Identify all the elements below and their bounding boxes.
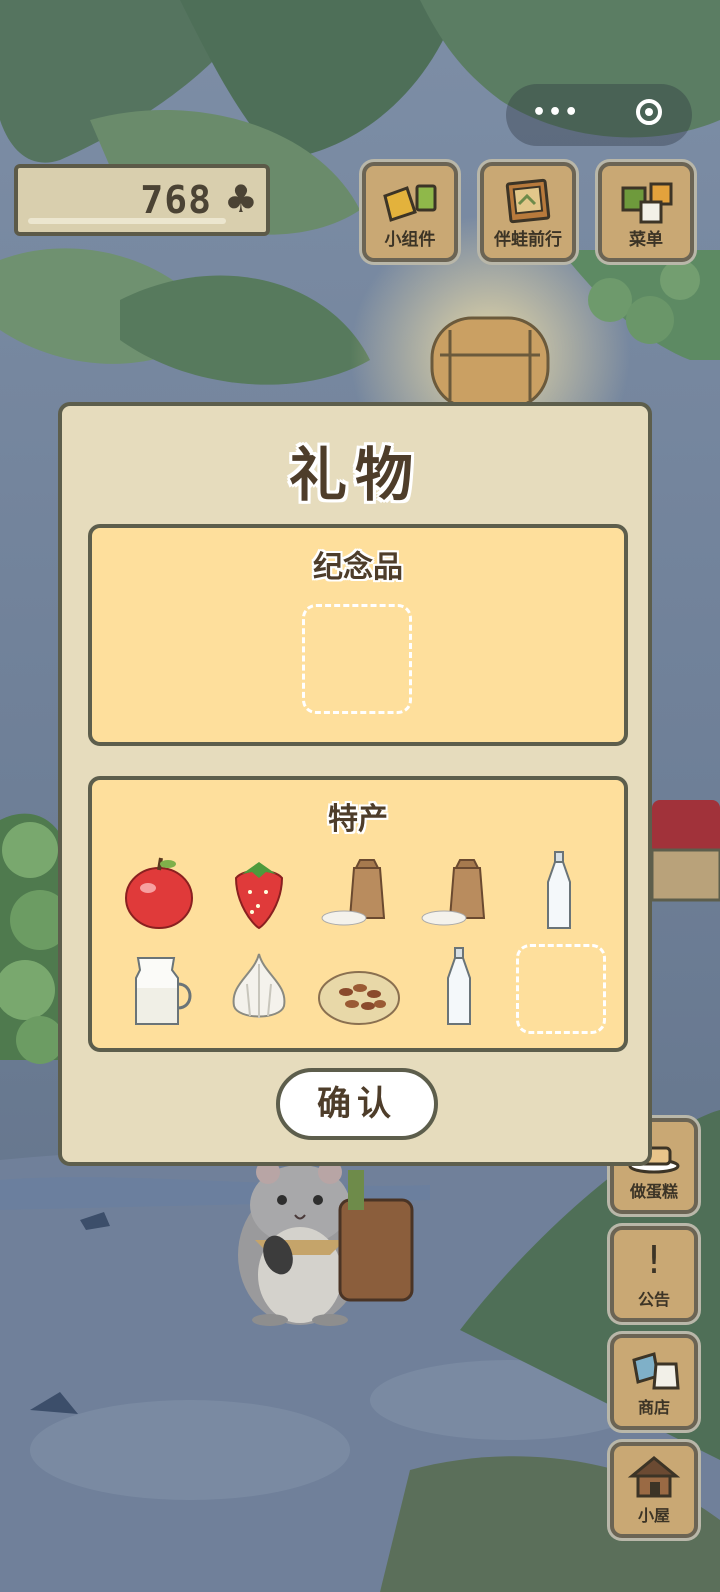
clover-counter: 768 ♣ <box>14 164 270 236</box>
make-cake-label: 做蛋糕 <box>629 1182 678 1201</box>
gift-dialog: 礼物 纪念品 特产 确认 <box>58 402 652 1166</box>
target-close-icon[interactable] <box>636 99 662 125</box>
souvenir-panel: 纪念品 <box>88 524 628 746</box>
album-label: 伴蛙前行 <box>494 230 562 250</box>
exclamation-icon: ! <box>646 1238 662 1282</box>
rice-sack-icon[interactable] <box>414 848 504 938</box>
shop-label: 商店 <box>637 1398 670 1417</box>
specialty-empty-slot[interactable] <box>516 944 606 1034</box>
widget-icon <box>366 176 454 228</box>
dialog-title: 礼物 <box>288 441 421 509</box>
shop-bags-icon <box>614 1346 694 1396</box>
notice-label: 公告 <box>637 1290 670 1309</box>
souvenir-title: 纪念品 <box>313 550 403 585</box>
souvenir-empty-slot[interactable] <box>302 604 412 714</box>
notice-button[interactable]: ! 公告 <box>610 1226 698 1322</box>
clover-bar <box>28 218 226 224</box>
rice-sack-icon[interactable] <box>314 848 404 938</box>
specialty-title: 特产 <box>328 802 388 837</box>
menu-button[interactable]: 菜单 <box>598 162 694 262</box>
glass-bottle-icon[interactable] <box>514 848 604 938</box>
confirm-button[interactable]: 确认 <box>276 1068 438 1140</box>
mini-program-capsule: ••• <box>506 84 692 146</box>
menu-icon <box>602 176 690 228</box>
apple-icon[interactable] <box>114 848 204 938</box>
nuts-plate-icon[interactable] <box>314 944 404 1034</box>
clover-count: 768 <box>140 178 212 222</box>
shop-button[interactable]: 商店 <box>610 1334 698 1430</box>
more-dots-icon[interactable]: ••• <box>532 100 580 125</box>
specialty-panel: 特产 <box>88 776 628 1052</box>
house-icon <box>614 1454 694 1504</box>
album-icon <box>484 176 572 228</box>
house-label: 小屋 <box>637 1506 670 1525</box>
strawberry-icon[interactable] <box>214 848 304 938</box>
garlic-icon[interactable] <box>214 944 304 1034</box>
widget-label: 小组件 <box>384 230 436 250</box>
milk-jug-icon[interactable] <box>114 944 204 1034</box>
album-button[interactable]: 伴蛙前行 <box>480 162 576 262</box>
glass-bottle-icon[interactable] <box>414 944 504 1034</box>
clover-icon: ♣ <box>223 177 258 221</box>
menu-label: 菜单 <box>629 230 663 250</box>
widget-button[interactable]: 小组件 <box>362 162 458 262</box>
house-button[interactable]: 小屋 <box>610 1442 698 1538</box>
